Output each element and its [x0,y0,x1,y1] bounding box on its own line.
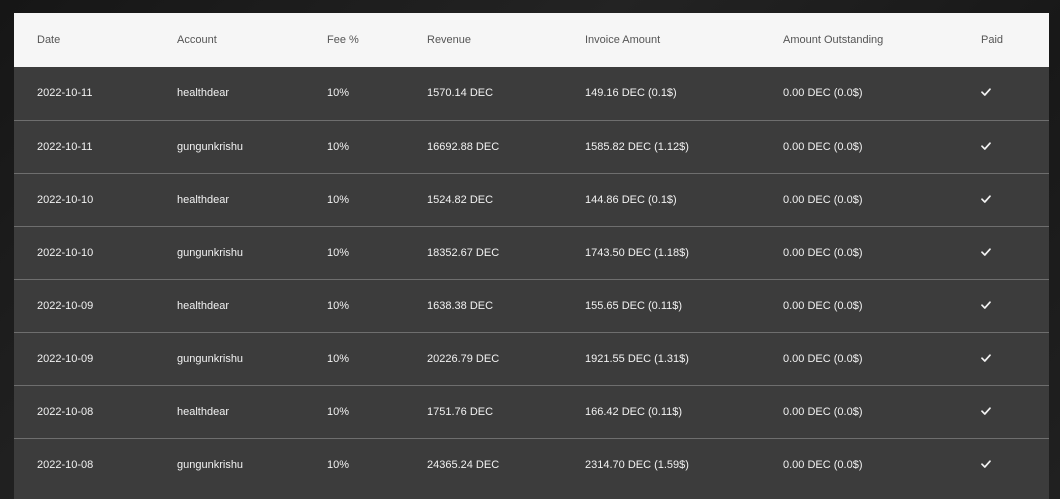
check-icon [981,88,991,97]
check-icon [981,300,991,309]
cell-paid [981,226,1049,279]
column-header-invoice-amount[interactable]: Invoice Amount [585,13,783,67]
column-header-account[interactable]: Account [177,13,327,67]
cell-revenue: 20226.79 DEC [427,352,500,365]
cell-date: 2022-10-09 [37,299,94,312]
cell-account: gungunkrishu [177,246,244,259]
cell-invoice-amount: 144.86 DEC (0.1$) [585,193,677,206]
cell-fee: 10% [327,246,350,259]
cell-amount-outstanding: 0.00 DEC (0.0$) [783,299,863,312]
cell-fee: 10% [327,87,350,100]
cell-invoice-amount: 166.42 DEC (0.11$) [585,405,683,418]
cell-paid [981,385,1049,438]
cell-paid [981,332,1049,385]
invoice-table-container: Date Account Fee % Revenue Invoice Amoun… [14,13,1049,499]
cell-account: gungunkrishu [177,458,244,471]
cell-fee: 10% [327,352,350,365]
check-icon [981,406,991,415]
cell-revenue: 16692.88 DEC [427,140,500,153]
cell-amount-outstanding: 0.00 DEC (0.0$) [783,246,863,259]
cell-amount-outstanding: 0.00 DEC (0.0$) [783,458,863,471]
cell-account: gungunkrishu [177,140,244,153]
check-icon [981,353,991,362]
table-body: 2022-10-11 healthdear 10% 1570.14 DEC 14… [14,67,1049,491]
column-header-paid[interactable]: Paid [981,13,1049,67]
cell-date: 2022-10-11 [37,140,93,153]
cell-date: 2022-10-11 [37,87,93,100]
cell-revenue: 1570.14 DEC [427,87,494,100]
cell-amount-outstanding: 0.00 DEC (0.0$) [783,352,863,365]
cell-fee: 10% [327,458,350,471]
cell-invoice-amount: 2314.70 DEC (1.59$) [585,458,689,471]
cell-account: healthdear [177,193,229,206]
cell-paid [981,67,1049,120]
cell-paid [981,173,1049,226]
cell-invoice-amount: 1921.55 DEC (1.31$) [585,352,689,365]
cell-invoice-amount: 1743.50 DEC (1.18$) [585,246,689,259]
cell-revenue: 1524.82 DEC [427,193,494,206]
cell-fee: 10% [327,193,350,206]
cell-fee: 10% [327,140,350,153]
table-row: 2022-10-08 healthdear 10% 1751.76 DEC 16… [14,385,1049,438]
cell-fee: 10% [327,299,350,312]
invoice-table: Date Account Fee % Revenue Invoice Amoun… [14,13,1049,491]
cell-paid [981,438,1049,491]
table-row: 2022-10-10 healthdear 10% 1524.82 DEC 14… [14,173,1049,226]
cell-revenue: 18352.67 DEC [427,246,500,259]
check-icon [981,460,991,468]
cell-paid [981,279,1049,332]
cell-date: 2022-10-10 [37,193,94,206]
table-row: 2022-10-08 gungunkrishu 10% 24365.24 DEC… [14,438,1049,491]
cell-fee: 10% [327,405,350,418]
table-row: 2022-10-09 healthdear 10% 1638.38 DEC 15… [14,279,1049,332]
cell-date: 2022-10-10 [37,246,94,259]
cell-account: healthdear [177,87,229,100]
cell-revenue: 24365.24 DEC [427,458,500,471]
cell-amount-outstanding: 0.00 DEC (0.0$) [783,87,863,100]
column-header-fee[interactable]: Fee % [327,13,427,67]
cell-amount-outstanding: 0.00 DEC (0.0$) [783,140,863,153]
column-header-revenue[interactable]: Revenue [427,13,585,67]
cell-paid [981,120,1049,173]
cell-invoice-amount: 1585.82 DEC (1.12$) [585,140,689,153]
cell-date: 2022-10-09 [37,352,94,365]
table-row: 2022-10-11 gungunkrishu 10% 16692.88 DEC… [14,120,1049,173]
check-icon [981,194,991,203]
cell-amount-outstanding: 0.00 DEC (0.0$) [783,193,863,206]
cell-revenue: 1638.38 DEC [427,299,494,312]
table-row: 2022-10-10 gungunkrishu 10% 18352.67 DEC… [14,226,1049,279]
cell-invoice-amount: 155.65 DEC (0.11$) [585,299,683,312]
cell-amount-outstanding: 0.00 DEC (0.0$) [783,405,863,418]
cell-invoice-amount: 149.16 DEC (0.1$) [585,87,677,100]
cell-date: 2022-10-08 [37,458,94,471]
cell-account: gungunkrishu [177,352,244,365]
check-icon [981,247,991,256]
cell-revenue: 1751.76 DEC [427,405,494,418]
column-header-amount-outstanding[interactable]: Amount Outstanding [783,13,981,67]
cell-account: healthdear [177,405,229,418]
table-row: 2022-10-11 healthdear 10% 1570.14 DEC 14… [14,67,1049,120]
check-icon [981,141,991,150]
header-row: Date Account Fee % Revenue Invoice Amoun… [14,13,1049,67]
cell-account: healthdear [177,299,229,312]
cell-date: 2022-10-08 [37,405,94,418]
table-header: Date Account Fee % Revenue Invoice Amoun… [14,13,1049,67]
table-row: 2022-10-09 gungunkrishu 10% 20226.79 DEC… [14,332,1049,385]
column-header-date[interactable]: Date [14,13,177,67]
